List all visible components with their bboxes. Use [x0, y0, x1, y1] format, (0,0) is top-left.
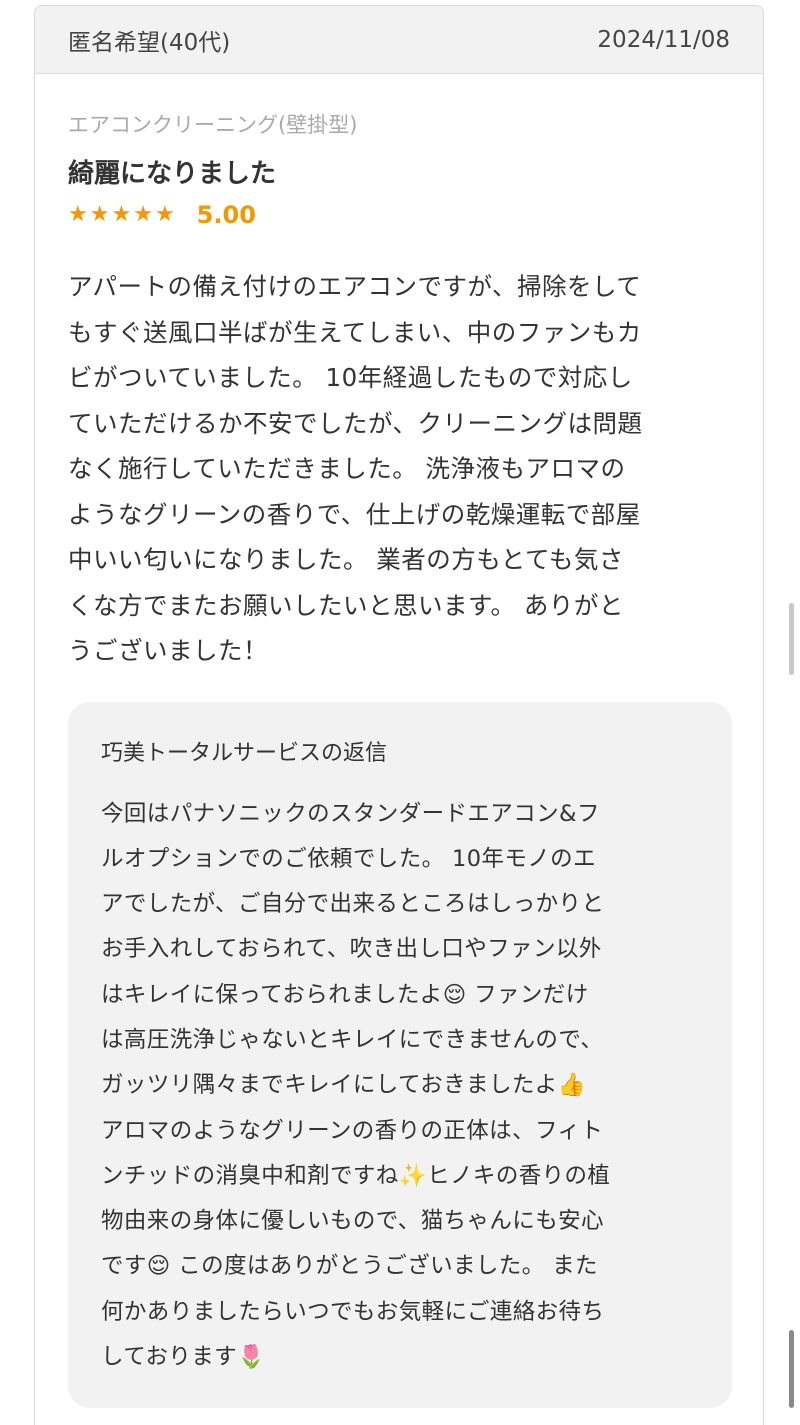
review-page: 匿名希望(40代) 2024/11/08 エアコンクリーニング(壁掛型) 綺麗に…	[0, 0, 800, 1425]
reply-text: 今回はパナソニックのスタンダードエアコン&フ ルオプションでのご依頼でした。 1…	[101, 800, 611, 1371]
review-date: 2024/11/08	[597, 26, 730, 53]
rating-row: ★ ★ ★ ★ ★ 5.00	[68, 194, 730, 236]
shop-reply: 巧美トータルサービスの返信 今回はパナソニックのスタンダードエアコン&フ ルオプ…	[68, 701, 732, 1408]
star-icon: ★	[68, 202, 88, 227]
reply-title: 巧美トータルサービスの返信	[101, 740, 388, 766]
star-rating: ★ ★ ★ ★ ★	[68, 204, 175, 226]
star-icon: ★	[111, 202, 132, 227]
service-category: エアコンクリーニング(壁掛型)	[68, 113, 358, 137]
review-body: エアコンクリーニング(壁掛型) 綺麗になりました ★ ★ ★ ★ ★ 5.00 アパート…	[35, 74, 763, 1408]
review-header: 匿名希望(40代) 2024/11/08	[35, 6, 763, 74]
review-author: 匿名希望(40代)	[68, 29, 231, 56]
scrollbar-thumb-inner[interactable]	[789, 603, 794, 675]
review-card: 匿名希望(40代) 2024/11/08 エアコンクリーニング(壁掛型) 綺麗に…	[34, 5, 764, 1425]
scrollbar-thumb-page[interactable]	[789, 1330, 794, 1408]
star-icon: ★	[133, 202, 153, 227]
star-icon: ★	[154, 202, 175, 227]
star-icon: ★	[89, 202, 110, 227]
review-title: 綺麗になりました	[68, 159, 277, 189]
rating-score: 5.00	[196, 201, 256, 229]
review-text: アパートの備え付けのエアコンですが、掃除をして もすぐ送風口半ばが生えてしまい、…	[68, 272, 643, 665]
